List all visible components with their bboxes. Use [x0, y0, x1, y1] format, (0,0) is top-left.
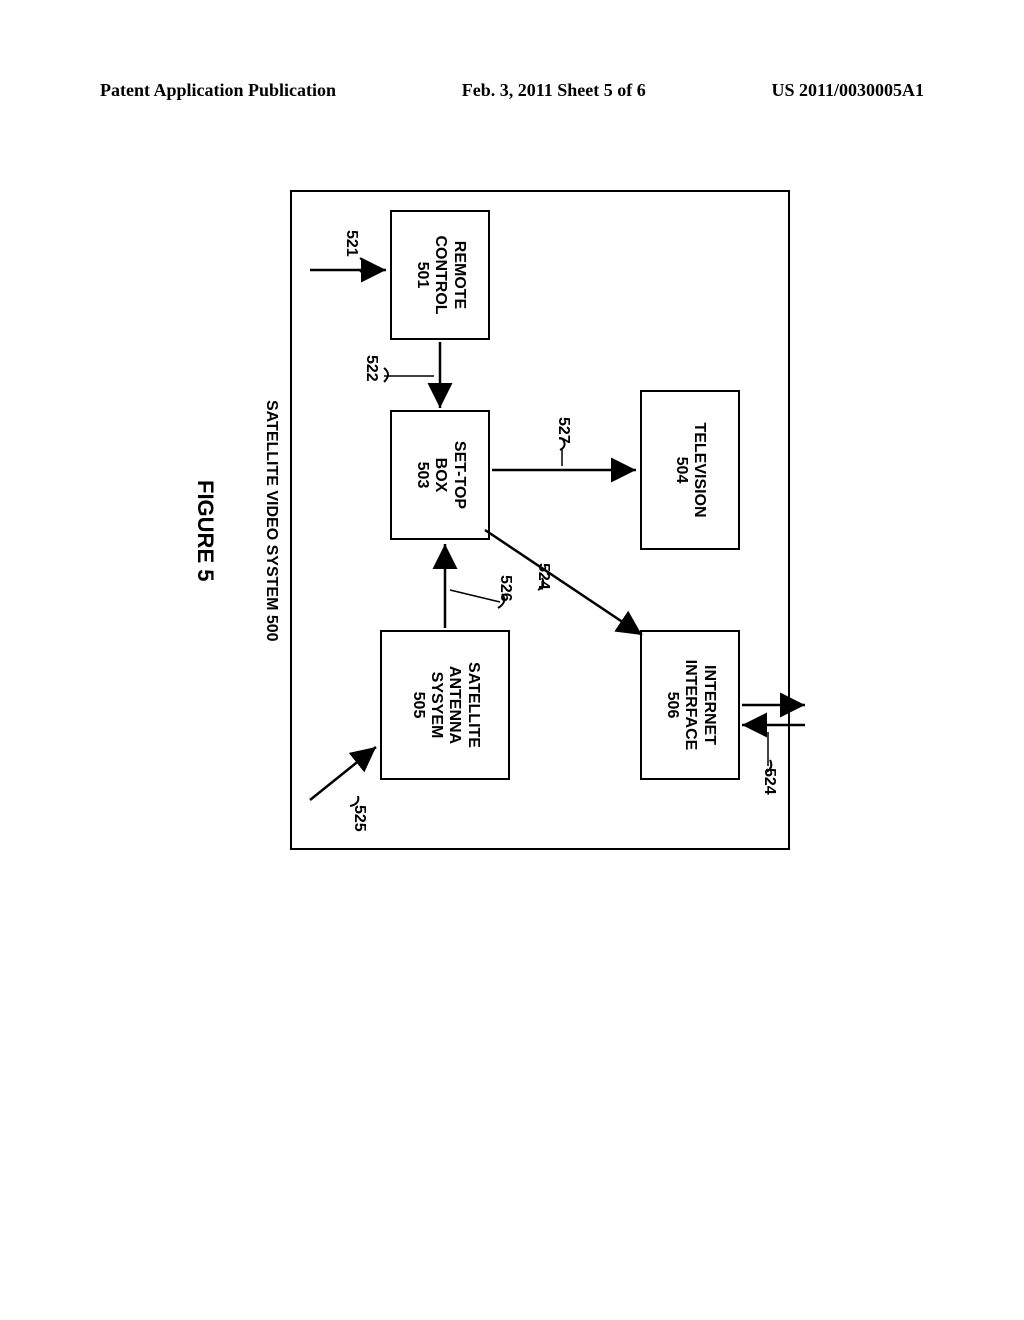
stb-line1: SET-TOP — [449, 441, 467, 509]
sat-line2: ANTENNA — [445, 666, 463, 744]
inet-ref: 506 — [662, 692, 680, 719]
ref-522: 522 — [362, 355, 380, 382]
stb-line2: BOX — [431, 458, 449, 493]
tv-line1: TELEVISION — [690, 422, 708, 517]
sat-line1: SATELLITE — [463, 662, 481, 748]
tv-ref: 504 — [672, 457, 690, 484]
sat-line3: SYSYEM — [427, 672, 445, 739]
system-label: SATELLITE VIDEO SYSTEM 500 — [262, 400, 280, 642]
inet-line1: INTERNET — [699, 665, 717, 745]
ref-525: 525 — [350, 805, 368, 832]
ref-524b: 524 — [760, 768, 778, 795]
diagram: REMOTE CONTROL 501 SET-TOP BOX 503 SATEL… — [180, 160, 820, 920]
ref-521: 521 — [342, 230, 360, 257]
ref-524a: 524 — [534, 563, 552, 590]
remote-line1: REMOTE — [449, 241, 467, 309]
inet-line2: INTERFACE — [681, 660, 699, 751]
block-internet-interface: INTERNET INTERFACE 506 — [640, 630, 740, 780]
block-television: TELEVISION 504 — [640, 390, 740, 550]
block-set-top-box: SET-TOP BOX 503 — [390, 410, 490, 540]
header-right: US 2011/0030005A1 — [771, 80, 924, 101]
remote-ref: 501 — [412, 262, 430, 289]
remote-line2: CONTROL — [431, 235, 449, 314]
header-left: Patent Application Publication — [100, 80, 336, 101]
figure-label: FIGURE 5 — [192, 480, 218, 581]
header-center: Feb. 3, 2011 Sheet 5 of 6 — [462, 80, 646, 101]
stb-ref: 503 — [412, 462, 430, 489]
page-header: Patent Application Publication Feb. 3, 2… — [0, 80, 1024, 101]
ref-527: 527 — [554, 417, 572, 444]
block-remote-control: REMOTE CONTROL 501 — [390, 210, 490, 340]
ref-526: 526 — [496, 575, 514, 602]
sat-ref: 505 — [408, 692, 426, 719]
block-satellite-antenna: SATELLITE ANTENNA SYSYEM 505 — [380, 630, 510, 780]
